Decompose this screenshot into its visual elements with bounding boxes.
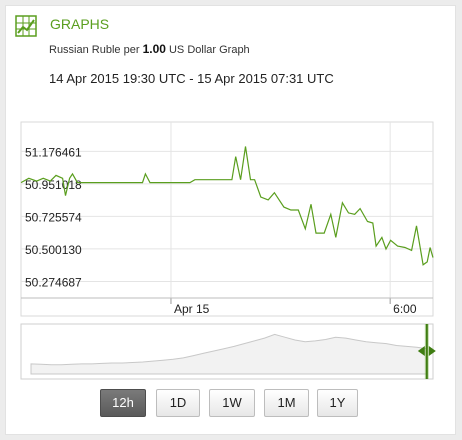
timeframe-1d-button[interactable]: 1D [156, 389, 200, 417]
timeframe-1w-button[interactable]: 1W [209, 389, 255, 417]
y-tick-label: 50.725574 [25, 210, 82, 224]
y-tick-label: 50.500130 [25, 243, 82, 257]
timeframe-12h-button[interactable]: 12h [100, 389, 146, 417]
timeframe-1m-button[interactable]: 1M [264, 389, 309, 417]
navigator[interactable] [20, 323, 436, 380]
timeframe-1y-button[interactable]: 1Y [317, 389, 358, 417]
x-tick-label: Apr 15 [174, 302, 210, 316]
x-tick-label: 6:00 [393, 302, 417, 316]
y-tick-label: 50.274687 [25, 275, 82, 289]
y-tick-label: 51.176461 [25, 145, 82, 159]
price-chart[interactable]: 51.17646150.95101850.72557450.50013050.2… [0, 0, 462, 440]
